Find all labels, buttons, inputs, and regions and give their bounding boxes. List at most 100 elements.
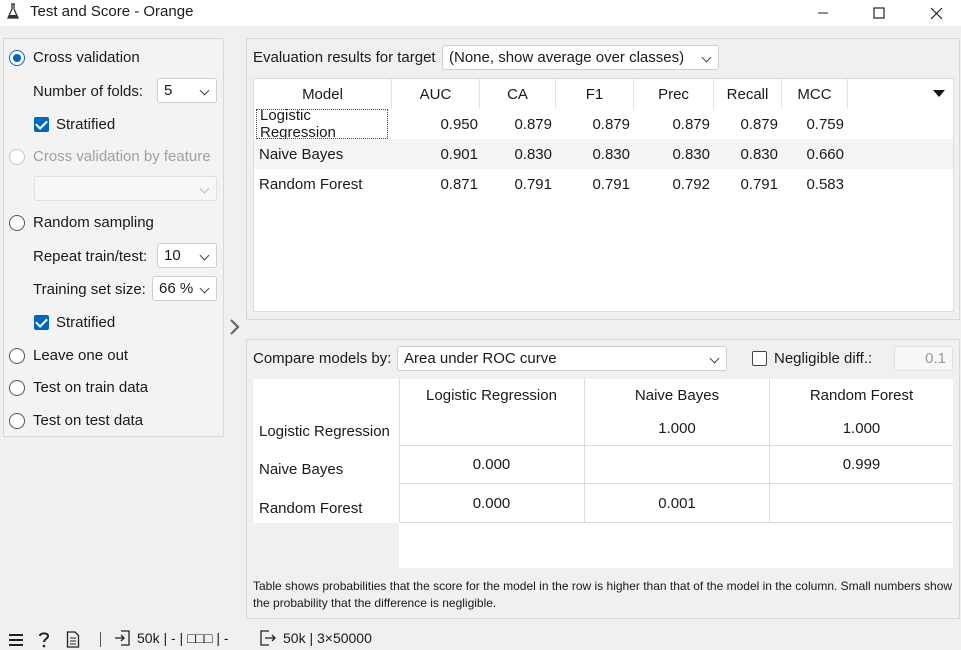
rs-stratified-label: Stratified [56, 314, 116, 331]
row-header: Random Forest [259, 500, 363, 517]
negligible-value-input[interactable]: 0.1 [894, 346, 953, 371]
comparison-table: Logistic Regression Naive Bayes Random F… [253, 379, 953, 568]
negligible-label: Negligible diff.: [774, 350, 873, 367]
column-header[interactable]: MCC [782, 79, 848, 109]
cv-feature-select[interactable] [34, 176, 217, 201]
test-on-train-label: Test on train data [33, 379, 149, 396]
comparison-cell [399, 412, 585, 446]
rs-stratified-checkbox[interactable]: Stratified [34, 314, 115, 331]
column-header[interactable]: Prec [634, 79, 714, 109]
train-size-select[interactable]: 66 % [152, 276, 217, 301]
comparison-cell: 1.000 [770, 412, 953, 446]
table-row[interactable]: Naive Bayes 0.901 0.830 0.830 0.830 0.83… [254, 139, 953, 169]
comparison-note: Table shows probabilities that the score… [253, 579, 953, 610]
comparison-cell: 0.001 [585, 484, 770, 523]
compare-metric-select[interactable]: Area under ROC curve [397, 346, 727, 371]
mcc-cell: 0.759 [806, 115, 844, 133]
help-icon[interactable] [37, 631, 51, 648]
close-icon [930, 7, 942, 19]
radio-indicator [9, 214, 25, 231]
chevron-down-icon [199, 283, 210, 294]
auc-cell: 0.901 [440, 145, 478, 163]
f1-cell: 0.791 [592, 175, 630, 193]
cross-validation-radio[interactable]: Cross validation [9, 49, 140, 66]
column-header[interactable]: F1 [556, 79, 634, 109]
table-row[interactable]: Random Forest 0.871 0.791 0.791 0.792 0.… [254, 169, 953, 199]
prec-cell: 0.830 [672, 145, 710, 163]
minimize-button[interactable] [800, 0, 846, 26]
minimize-icon [818, 12, 828, 14]
negligible-value: 0.1 [925, 350, 946, 367]
evaluation-table: Model AUC CA F1 Prec Recall MCC Logistic… [253, 78, 954, 312]
table-row[interactable]: Logistic Regression 0.950 0.879 0.879 0.… [254, 107, 953, 141]
recall-cell: 0.830 [740, 145, 778, 163]
input-summary-text: 50k | - | □□□ | - [137, 630, 229, 646]
column-header[interactable]: AUC [392, 79, 480, 109]
cv-by-feature-label: Cross validation by feature [33, 148, 211, 165]
f1-cell: 0.830 [592, 145, 630, 163]
repeat-select[interactable]: 10 [157, 243, 217, 268]
column-menu-icon[interactable] [933, 90, 945, 98]
compare-label: Compare models by: [253, 350, 392, 367]
test-on-test-radio[interactable]: Test on test data [9, 412, 143, 429]
radio-indicator [9, 49, 25, 66]
random-sampling-label: Random sampling [33, 214, 154, 231]
folds-select[interactable]: 5 [157, 78, 217, 103]
leave-one-out-radio[interactable]: Leave one out [9, 347, 128, 364]
sampling-panel: Cross validation Number of folds: 5 Stra… [3, 38, 224, 437]
recall-cell: 0.879 [740, 115, 778, 133]
model-name-cell: Logistic Regression [256, 107, 388, 141]
comparison-cell [770, 484, 953, 523]
table-corner [253, 523, 399, 568]
test-on-train-radio[interactable]: Test on train data [9, 379, 148, 396]
divider [100, 632, 101, 647]
prec-cell: 0.879 [672, 115, 710, 133]
prec-cell: 0.792 [672, 175, 710, 193]
row-header: Naive Bayes [259, 461, 344, 478]
radio-indicator [9, 379, 25, 396]
window-title: Test and Score - Orange [30, 3, 194, 20]
column-header[interactable]: Model [254, 79, 392, 109]
ca-cell: 0.830 [514, 145, 552, 163]
chevron-down-icon [199, 85, 210, 96]
target-label: Evaluation results for target [253, 49, 436, 66]
checkbox-indicator [34, 117, 49, 132]
target-select[interactable]: (None, show average over classes) [442, 45, 719, 70]
comparison-cell: 1.000 [585, 412, 770, 446]
report-icon[interactable] [66, 631, 80, 648]
comparison-cell [585, 446, 770, 484]
menu-icon[interactable] [8, 633, 24, 647]
cv-stratified-checkbox[interactable]: Stratified [34, 116, 115, 133]
folds-label: Number of folds: [33, 83, 144, 100]
repeat-value: 10 [164, 247, 181, 264]
chevron-down-icon [199, 250, 210, 261]
close-button[interactable] [913, 0, 959, 26]
column-header[interactable]: CA [480, 79, 556, 109]
chevron-down-icon [709, 353, 720, 364]
radio-indicator [9, 347, 25, 364]
output-summary[interactable]: 50k | 3×50000 [260, 630, 372, 646]
test-on-test-label: Test on test data [33, 412, 144, 429]
chevron-down-icon [701, 52, 712, 63]
auc-cell: 0.950 [440, 115, 478, 133]
maximize-button[interactable] [856, 0, 902, 26]
comparison-cell: 0.000 [399, 484, 585, 523]
column-header[interactable]: Recall [714, 79, 782, 109]
flask-icon [6, 3, 20, 19]
negligible-checkbox[interactable]: Negligible diff.: [752, 350, 872, 367]
cv-stratified-label: Stratified [56, 116, 116, 133]
compare-metric-value: Area under ROC curve [404, 350, 557, 367]
ca-cell: 0.791 [514, 175, 552, 193]
train-size-label: Training set size: [33, 281, 146, 298]
random-sampling-radio[interactable]: Random sampling [9, 214, 154, 231]
maximize-icon [873, 7, 885, 19]
ca-cell: 0.879 [514, 115, 552, 133]
model-name-cell: Random Forest [259, 175, 363, 193]
cv-by-feature-radio[interactable]: Cross validation by feature [9, 148, 211, 165]
leave-one-out-label: Leave one out [33, 347, 129, 364]
input-summary[interactable]: 50k | - | □□□ | - [114, 630, 229, 646]
checkbox-indicator [34, 315, 49, 330]
chevron-right-icon[interactable] [228, 318, 242, 336]
cross-validation-label: Cross validation [33, 49, 140, 66]
mcc-cell: 0.660 [806, 145, 844, 163]
